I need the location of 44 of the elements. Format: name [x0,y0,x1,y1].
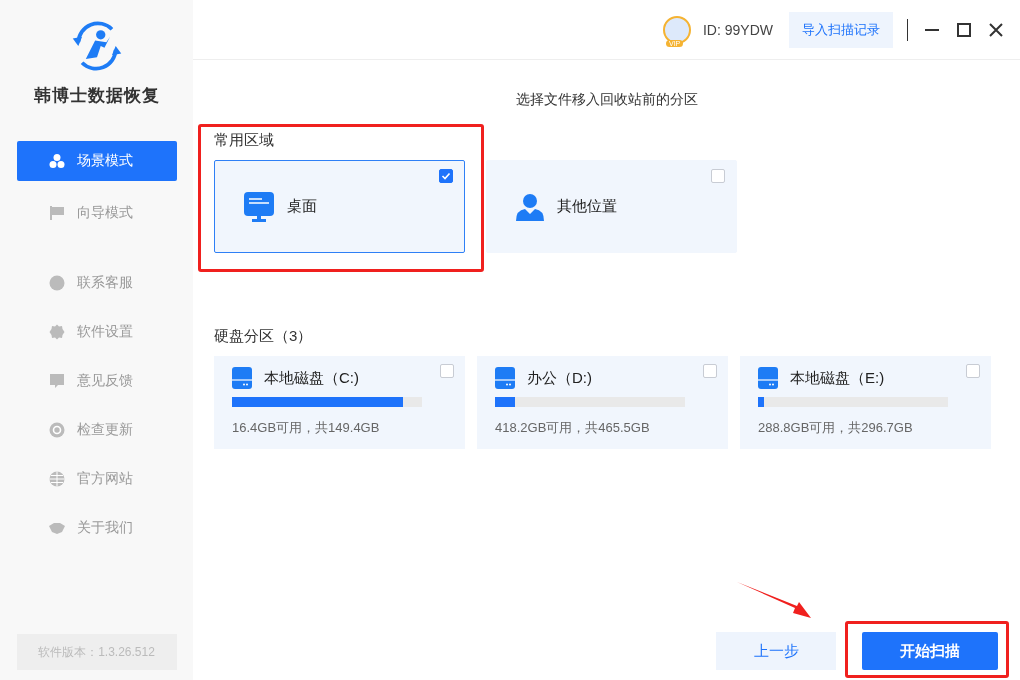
disk-card[interactable]: 本地磁盘（E:) 288.8GB可用，共296.7GB [740,356,991,449]
checkmark-icon [441,171,451,181]
checkbox[interactable] [966,364,980,378]
sidebar-link[interactable]: 意见反馈 [16,361,177,401]
prompt-text: 选择文件移入回收站前的分区 [514,91,699,109]
user-id: ID: 99YDW [703,21,773,38]
section-title: 硬盘分区（3） [214,327,314,346]
cubes-icon [48,153,65,169]
location-card[interactable]: 桌面 [214,160,465,253]
sidebar-link[interactable]: 检查更新 [16,410,177,450]
disk-usage: 418.2GB可用，共465.5GB [495,419,651,437]
sidebar-link[interactable]: 联系客服 [16,263,177,303]
maximize-icon[interactable] [956,21,972,38]
disk-card[interactable]: 本地磁盘（C:) 16.4GB可用，共149.4GB [214,356,465,449]
nav-item[interactable]: 场景模式 [16,141,177,181]
user-icon [516,192,544,221]
close-icon[interactable] [988,21,1004,38]
drive-icon [758,367,778,389]
checkbox[interactable] [703,364,717,378]
checkbox[interactable] [440,364,454,378]
location-label: 其他位置 [557,197,617,216]
disk-usage: 288.8GB可用，共296.7GB [758,419,914,437]
checkbox[interactable] [439,169,453,183]
import-button[interactable]: 导入扫描记录 [789,11,893,48]
disk-card[interactable]: 办公（D:) 418.2GB可用，共465.5GB [477,356,728,449]
monitor-icon [244,191,274,222]
drive-icon [232,367,252,389]
sidebar-link[interactable]: 关于我们 [16,508,177,548]
flag-icon [48,205,65,221]
location-card[interactable]: 其他位置 [486,160,737,253]
sidebar-link[interactable]: 官方网站 [16,459,177,499]
app-name: 韩博士数据恢复 [33,85,160,107]
checkbox[interactable] [711,169,725,183]
location-label: 桌面 [287,197,317,216]
nav-item[interactable]: 向导模式 [16,193,177,233]
drive-icon [495,367,515,389]
disk-name: 本地磁盘（E:) [790,368,885,388]
disk-name: 本地磁盘（C:) [264,368,359,388]
disk-usage: 16.4GB可用，共149.4GB [232,419,381,437]
section-title: 常用区域 [214,131,275,150]
disk-name: 办公（D:) [527,368,592,388]
start-scan-button[interactable]: 开始扫描 [862,632,998,670]
sidebar-link[interactable]: 软件设置 [16,312,177,352]
back-button[interactable]: 上一步 [716,632,836,670]
